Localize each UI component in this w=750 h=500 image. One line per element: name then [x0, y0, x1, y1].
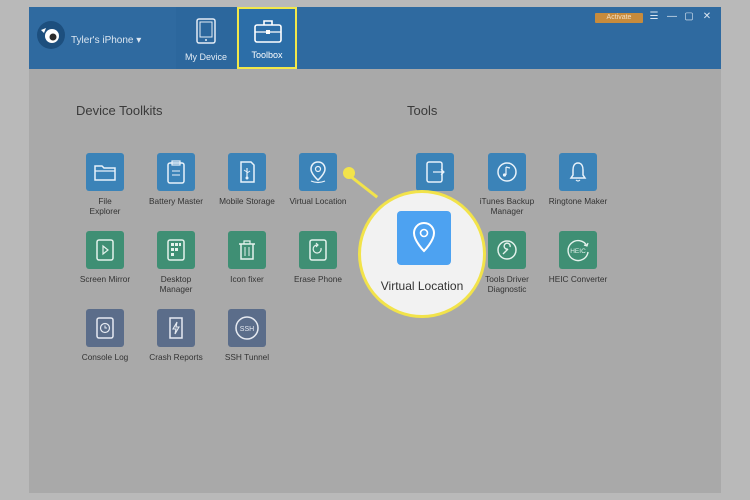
phone-reset-icon — [299, 231, 337, 269]
tool-label: iTunes Backup Manager — [479, 196, 535, 216]
section-tools: Tools — [407, 103, 438, 118]
tool-itunes-backup-manager[interactable]: iTunes Backup Manager — [471, 153, 543, 216]
tool-label: Tools Driver Diagnostic — [485, 274, 529, 294]
tool-label: HEIC Converter — [548, 274, 608, 284]
transfer-icon — [416, 153, 454, 191]
tab-toolbox[interactable]: Toolbox — [237, 7, 297, 69]
briefcase-icon — [254, 20, 282, 43]
clipboard-icon — [157, 153, 195, 191]
tool-screen-mirror[interactable]: Screen Mirror — [69, 231, 141, 284]
tool-label: Crash Reports — [149, 352, 203, 362]
tool-label: Icon fixer — [230, 274, 264, 284]
callout-pointer-dot — [343, 167, 355, 179]
tool-desktop-manager[interactable]: Desktop Manager — [140, 231, 212, 294]
tool-label: Screen Mirror — [79, 274, 131, 284]
music-sync-icon — [488, 153, 526, 191]
trash-icon — [228, 231, 266, 269]
tool-ringtone-maker[interactable]: Ringtone Maker — [542, 153, 614, 206]
tool-label: Mobile Storage — [219, 196, 275, 206]
clock-icon — [86, 309, 124, 347]
svg-text:HEIC: HEIC — [570, 248, 586, 255]
play-icon — [86, 231, 124, 269]
callout-label: Virtual Location — [380, 279, 464, 293]
section-device-toolkits: Device Toolkits — [76, 103, 163, 118]
tool-label: Ringtone Maker — [548, 196, 608, 206]
tool-icon-fixer[interactable]: Icon fixer — [211, 231, 283, 284]
tool-transfer[interactable] — [399, 153, 471, 191]
ssh-icon: SSH — [228, 309, 266, 347]
tool-label: Console Log — [81, 352, 129, 362]
wrench-icon — [488, 231, 526, 269]
tool-label: Battery Master — [149, 196, 203, 206]
tool-heic-converter[interactable]: HEIC HEIC Converter — [542, 231, 614, 284]
close-icon[interactable]: ✕ — [702, 11, 712, 23]
folder-icon — [86, 153, 124, 191]
grid-icon — [157, 231, 195, 269]
tool-label: Virtual Location — [289, 196, 347, 206]
usb-icon — [228, 153, 266, 191]
tool-label: Desktop Manager — [159, 274, 193, 294]
location-pin-icon — [397, 211, 451, 265]
maximize-icon[interactable]: ▢ — [684, 11, 694, 23]
tab-my-device-label: My Device — [184, 52, 227, 62]
tab-toolbox-label: Toolbox — [251, 50, 283, 60]
tool-ssh-tunnel[interactable]: SSH SSH Tunnel — [211, 309, 283, 362]
tool-battery-master[interactable]: Battery Master — [140, 153, 212, 206]
virtual-location-callout: Virtual Location — [358, 190, 486, 318]
device-selector[interactable]: Tyler's iPhone ▾ — [71, 35, 141, 46]
tool-virtual-location[interactable]: Virtual Location — [282, 153, 354, 206]
tablet-icon — [196, 18, 216, 44]
menu-icon[interactable]: ☰ — [649, 11, 659, 23]
tool-erase-phone[interactable]: Erase Phone — [282, 231, 354, 284]
minimize-icon[interactable]: — — [667, 11, 677, 23]
tab-my-device[interactable]: My Device — [176, 7, 236, 69]
app-logo-icon — [37, 21, 65, 49]
tool-label: File Explorer — [89, 196, 121, 216]
heic-icon: HEIC — [559, 231, 597, 269]
tool-label: Erase Phone — [294, 274, 342, 284]
tool-crash-reports[interactable]: Crash Reports — [140, 309, 212, 362]
tool-console-log[interactable]: Console Log — [69, 309, 141, 362]
activate-button[interactable]: Activate — [595, 13, 643, 23]
lightning-icon — [157, 309, 195, 347]
location-pin-icon — [299, 153, 337, 191]
tool-mobile-storage[interactable]: Mobile Storage — [211, 153, 283, 206]
title-bar: Tyler's iPhone ▾ My Device Toolbox Activ… — [29, 7, 721, 69]
tool-label: SSH Tunnel — [224, 352, 270, 362]
tool-file-explorer[interactable]: File Explorer — [69, 153, 141, 216]
svg-text:SSH: SSH — [240, 326, 254, 333]
bell-icon — [559, 153, 597, 191]
